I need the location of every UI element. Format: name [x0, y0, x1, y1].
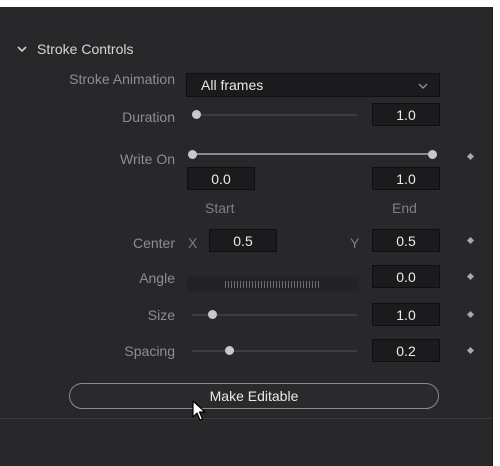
spacing-label: Spacing: [124, 343, 175, 359]
center-y-field[interactable]: 0.5: [372, 229, 440, 252]
duration-label: Duration: [122, 109, 175, 125]
duration-slider-knob[interactable]: [191, 110, 201, 119]
duration-slider-track[interactable]: [192, 114, 357, 116]
spacing-value-field[interactable]: 0.2: [372, 339, 440, 362]
spacing-slider-track[interactable]: [192, 350, 357, 352]
center-x-field[interactable]: 0.5: [209, 229, 277, 252]
make-editable-button[interactable]: Make Editable: [69, 383, 439, 409]
write-on-start-knob[interactable]: [188, 150, 197, 159]
keyframe-diamond-icon[interactable]: [466, 236, 475, 245]
center-x-label: X: [188, 235, 198, 251]
write-on-end-caption: End: [392, 200, 417, 216]
keyframe-diamond-icon[interactable]: [466, 152, 475, 161]
stroke-animation-value: All frames: [201, 77, 264, 93]
write-on-start-field[interactable]: 0.0: [187, 167, 255, 190]
write-on-label: Write On: [120, 151, 175, 167]
write-on-start-caption: Start: [205, 200, 235, 216]
keyframe-diamond-icon[interactable]: [466, 346, 475, 355]
write-on-end-knob[interactable]: [428, 150, 437, 159]
size-label: Size: [147, 307, 175, 323]
write-on-end-field[interactable]: 1.0: [372, 167, 440, 190]
angle-label: Angle: [139, 270, 175, 286]
stroke-animation-dropdown[interactable]: All frames: [186, 73, 440, 97]
section-title: Stroke Controls: [37, 41, 134, 57]
divider: [0, 418, 492, 419]
thumbwheel-ticks: [225, 280, 321, 288]
dropdown-chevron-icon: [418, 83, 428, 89]
mouse-pointer-icon: [192, 400, 206, 421]
chevron-down-icon[interactable]: [15, 42, 29, 56]
make-editable-label: Make Editable: [209, 388, 299, 404]
center-label: Center: [132, 235, 175, 251]
inspector-panel: Stroke Controls Stroke Animation All fra…: [0, 7, 493, 466]
spacing-slider-knob[interactable]: [224, 346, 234, 355]
size-value-field[interactable]: 1.0: [372, 303, 440, 326]
keyframe-diamond-icon[interactable]: [466, 272, 475, 281]
keyframe-diamond-icon[interactable]: [466, 310, 475, 319]
center-y-label: Y: [350, 235, 360, 251]
size-slider-knob[interactable]: [208, 310, 217, 319]
stroke-animation-label: Stroke Animation: [69, 71, 175, 87]
angle-thumbwheel[interactable]: [187, 276, 359, 292]
section-header-stroke-controls[interactable]: Stroke Controls: [15, 37, 133, 61]
write-on-range-track[interactable]: [192, 153, 433, 155]
duration-value-field[interactable]: 1.0: [372, 103, 440, 126]
angle-value-field[interactable]: 0.0: [372, 265, 440, 288]
